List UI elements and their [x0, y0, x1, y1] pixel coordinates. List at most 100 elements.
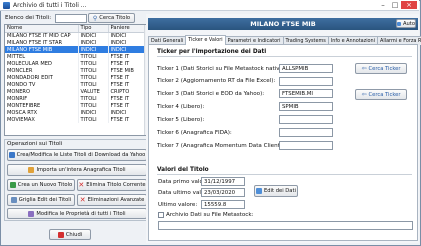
list-row[interactable]: MITTEL TITOLI FTSE IT: [5, 53, 149, 60]
list-row[interactable]: MILANO FTSE MIB INDICI INDICI: [5, 46, 149, 53]
ultimo-valore-label: Ultimo valore:: [158, 202, 198, 208]
data-ultimo-field[interactable]: 23/03/2020: [201, 188, 245, 197]
title-banner: MILANO FTSE MIB: [148, 18, 418, 30]
importa-label: Importa un'intera Anagrafica Titoli: [36, 167, 126, 173]
section-divider: [157, 174, 412, 175]
import-icon: [28, 167, 35, 173]
cell-tipo: TITOLI: [78, 74, 109, 81]
list-row[interactable]: MONDO TV TITOLI FTSE IT: [5, 81, 149, 88]
ticker7-field[interactable]: [279, 141, 333, 150]
cell-tipo: TITOLI: [78, 95, 109, 102]
griglia-label: Griglia Edit dei Titoli: [18, 197, 72, 203]
cell-tipo: INDICI: [78, 32, 109, 39]
ticker2-field[interactable]: [279, 77, 333, 86]
griglia-edit-button[interactable]: Griglia Edit dei Titoli: [7, 194, 75, 206]
modifica-proprieta-button[interactable]: Modifica le Proprietà di tutti i Titoli: [7, 208, 147, 219]
crea-liste-label: Crea/Modifica le Liste Titoli di Downloa…: [16, 152, 146, 158]
cell-paniere: INDICI: [108, 109, 149, 116]
ticker1-field[interactable]: ALLSPMIB: [279, 64, 333, 73]
cell-paniere: CRIPTO: [108, 88, 149, 95]
cell-paniere: INDICI: [108, 32, 149, 39]
edit-grid-icon: [256, 188, 263, 194]
ticker4-field[interactable]: SPMIB: [279, 102, 333, 111]
list-row[interactable]: MOLECULAR MED TITOLI FTSE IT: [5, 60, 149, 67]
delete-advanced-icon: ✕: [79, 196, 86, 204]
column-header-paniere[interactable]: Paniere: [108, 25, 149, 33]
ticker2-label: Ticker 2 (Aggiornamento RT da File Excel…: [157, 78, 276, 84]
elimina-label: Elimina Titolo Corrente: [86, 182, 146, 188]
window-title: Archivio di tutti i Titoli ...: [13, 1, 87, 9]
cell-paniere: FTSE IT: [108, 53, 149, 60]
ticker4-label: Ticker 4 (Libero):: [157, 104, 205, 110]
cerca-titolo-button[interactable]: ⚲ Cerca Titolo: [88, 13, 135, 23]
maximize-button[interactable]: □: [389, 1, 401, 9]
grid-icon: [10, 197, 17, 203]
ticker3-field[interactable]: FTSEMIB.MI: [279, 89, 333, 98]
cell-paniere: INDICI: [108, 39, 149, 46]
cell-tipo: TITOLI: [78, 116, 109, 123]
cell-paniere: FTSE IT: [108, 95, 149, 102]
close-button[interactable]: ×: [401, 1, 417, 9]
arrow-icon: ⇦: [361, 91, 367, 98]
list-row[interactable]: MONERO VALUTE CRIPTO: [5, 88, 149, 95]
ticker1-label: Ticker 1 (Dati Storici su File Metastock…: [157, 66, 288, 72]
operazioni-label: Operazioni sui Titoli: [7, 141, 63, 147]
list-row[interactable]: MILANO FTSE IT STAR INDICI INDICI: [5, 39, 149, 46]
list-row[interactable]: MONCLER TITOLI FTSE MIB: [5, 67, 149, 74]
chiudi-button[interactable]: Chiudi: [49, 229, 91, 240]
cell-paniere: FTSE IT: [108, 74, 149, 81]
cell-nome: MONERO: [5, 88, 79, 95]
cell-tipo: VALUTE: [78, 88, 109, 95]
cell-paniere: FTSE IT: [108, 116, 149, 123]
cerca-ticker-1-button[interactable]: ⇦ Cerca Ticker: [355, 63, 407, 74]
importa-anagrafica-button[interactable]: Importa un'intera Anagrafica Titoli: [7, 164, 147, 176]
cerca-titolo-label: Cerca Titolo: [99, 15, 131, 21]
titoli-list[interactable]: Nome Tipo Paniere MILANO FTSE IT MID CAP…: [4, 24, 150, 136]
crea-nuovo-titolo-button[interactable]: Crea un Nuovo Titolo: [7, 179, 75, 191]
title-bar: Archivio di tutti i Titoli ... – □ ×: [0, 0, 419, 11]
cell-nome: MOSCA RTX: [5, 109, 79, 116]
ticker6-field[interactable]: [279, 128, 333, 137]
add-icon: [9, 182, 16, 188]
tab-ticker-valori[interactable]: Ticker e Valori: [185, 35, 226, 45]
cell-nome: MILANO FTSE MIB: [5, 46, 79, 53]
delete-icon: ✕: [78, 181, 85, 189]
elenco-titoli-label: Elenco dei Titoli:: [5, 15, 52, 21]
edit-dati-button[interactable]: Edit dei Dati: [254, 185, 298, 197]
list-row[interactable]: MONTEFIBRE TITOLI FTSE IT: [5, 102, 149, 109]
modifica-label: Modifica le Proprietà di tutti i Titoli: [36, 210, 126, 217]
cell-tipo: TITOLI: [78, 67, 109, 74]
cell-nome: MONDO TV: [5, 81, 79, 88]
cell-paniere: INDICI: [108, 46, 149, 53]
ticker5-field[interactable]: [279, 115, 333, 124]
cell-nome: MONCLER: [5, 67, 79, 74]
ticker3-label: Ticker 3 (Dati Storici e EOD da Yahoo):: [157, 91, 265, 97]
cell-tipo: INDICI: [78, 39, 109, 46]
archivio-path-field[interactable]: [158, 221, 413, 230]
list-row[interactable]: MILANO FTSE IT MID CAP INDICI INDICI: [5, 32, 149, 39]
eliminazioni-label: Eliminazioni Avanzate: [87, 197, 145, 203]
list-row[interactable]: MONRIF TITOLI FTSE IT: [5, 95, 149, 102]
list-row[interactable]: MOVIEMAX TITOLI FTSE IT: [5, 116, 149, 123]
cerca-ticker-label: Cerca Ticker: [368, 65, 401, 72]
crea-liste-button[interactable]: Crea/Modifica le Liste Titoli di Downloa…: [7, 149, 147, 161]
ticker-section-title: Ticker per l'importazione dei Dati: [157, 49, 267, 55]
cerca-ticker-3-button[interactable]: ⇦ Cerca Ticker: [355, 89, 407, 100]
list-row[interactable]: MONDADORI EDIT TITOLI FTSE IT: [5, 74, 149, 81]
ultimo-valore-field[interactable]: 15559.8: [201, 200, 245, 209]
minimize-button[interactable]: –: [377, 1, 389, 9]
eliminazioni-avanzate-button[interactable]: ✕ Eliminazioni Avanzate: [77, 194, 147, 206]
cell-tipo: INDICI: [78, 109, 109, 116]
data-primo-field[interactable]: 31/12/1997: [201, 177, 245, 186]
auto-button[interactable]: Auto: [396, 19, 416, 28]
column-header-tipo[interactable]: Tipo: [78, 25, 109, 33]
cell-nome: MONRIF: [5, 95, 79, 102]
column-header-nome[interactable]: Nome: [5, 25, 79, 33]
elimina-titolo-button[interactable]: ✕ Elimina Titolo Corrente: [77, 179, 147, 191]
properties-icon: [28, 210, 35, 217]
list-row[interactable]: MOSCA RTX INDICI INDICI: [5, 109, 149, 116]
search-input[interactable]: [55, 14, 87, 23]
cell-nome: MONTEFIBRE: [5, 102, 79, 109]
cell-tipo: TITOLI: [78, 53, 109, 60]
archivio-checkbox[interactable]: [158, 212, 164, 218]
